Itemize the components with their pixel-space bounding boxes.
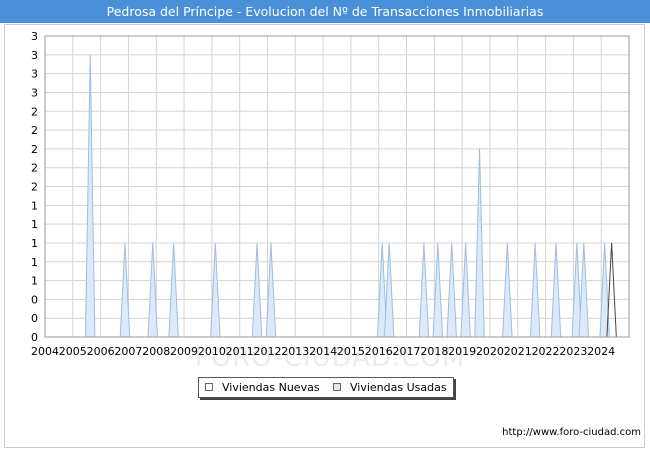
x-tick-label: 2019 (448, 345, 476, 358)
y-tick-label: 3 (31, 30, 38, 43)
y-tick-label: 3 (31, 68, 38, 81)
y-tick-label: 2 (31, 124, 38, 137)
y-tick-label: 0 (31, 331, 38, 344)
y-tick-label: 1 (31, 218, 38, 231)
spike-viviendas-usadas (383, 242, 395, 338)
x-axis-ticks: 2004 2005 2006 2007 2008 2009 2010 2011 2012 2013… (31, 345, 615, 358)
x-tick-label: 2023 (559, 345, 587, 358)
x-tick-label: 2012 (253, 345, 281, 358)
spike-viviendas-usadas (446, 242, 457, 338)
spike-viviendas-usadas (578, 242, 590, 338)
x-tick-label: 2014 (309, 345, 337, 358)
x-tick-label: 2006 (87, 345, 115, 358)
x-tick-label: 2022 (532, 345, 560, 358)
x-tick-label: 2004 (31, 345, 59, 358)
legend-swatch-nuevas (205, 383, 213, 391)
spike-viviendas-usadas (418, 242, 430, 338)
y-tick-label: 3 (31, 86, 38, 99)
spike-viviendas-usadas (550, 242, 562, 338)
x-tick-label: 2005 (59, 345, 87, 358)
x-tick-label: 2021 (504, 345, 532, 358)
legend-swatch-usadas (333, 383, 341, 391)
legend-label-nuevas: Viviendas Nuevas (222, 381, 320, 394)
y-tick-label: 1 (31, 275, 38, 288)
y-tick-label: 2 (31, 105, 38, 118)
footer-url: http://www.foro-ciudad.com (502, 427, 641, 438)
spike-viviendas-usadas (529, 242, 541, 338)
x-tick-label: 2015 (337, 345, 365, 358)
x-tick-label: 2011 (226, 345, 254, 358)
y-tick-label: 2 (31, 181, 38, 194)
y-tick-label: 1 (31, 256, 38, 269)
legend-label-usadas: Viviendas Usadas (350, 381, 447, 394)
x-tick-label: 2017 (393, 345, 421, 358)
y-tick-label: 3 (31, 49, 38, 62)
x-tick-label: 2024 (587, 345, 615, 358)
x-tick-label: 2009 (170, 345, 198, 358)
y-tick-label: 0 (31, 312, 38, 325)
x-tick-label: 2016 (365, 345, 393, 358)
y-axis-ticks: 0 0 0 1 1 1 1 1 2 2 2 2 2 3 3 3 3 (31, 30, 38, 344)
x-tick-label: 2007 (114, 345, 142, 358)
y-tick-label: 2 (31, 162, 38, 175)
grid-lines (45, 36, 629, 337)
x-tick-label: 2010 (198, 345, 226, 358)
x-tick-label: 2020 (476, 345, 504, 358)
spike-viviendas-usadas (251, 242, 263, 338)
x-tick-label: 2018 (420, 345, 448, 358)
spike-viviendas-usadas (84, 54, 96, 338)
y-tick-label: 1 (31, 237, 38, 250)
y-tick-label: 2 (31, 143, 38, 156)
legend: Viviendas Nuevas Viviendas Usadas (198, 377, 454, 398)
y-tick-label: 0 (31, 293, 38, 306)
spike-viviendas-usadas (168, 242, 179, 338)
spike-viviendas-usadas (502, 242, 513, 338)
y-tick-label: 1 (31, 199, 38, 212)
x-tick-label: 2013 (281, 345, 309, 358)
x-tick-label: 2008 (142, 345, 170, 358)
